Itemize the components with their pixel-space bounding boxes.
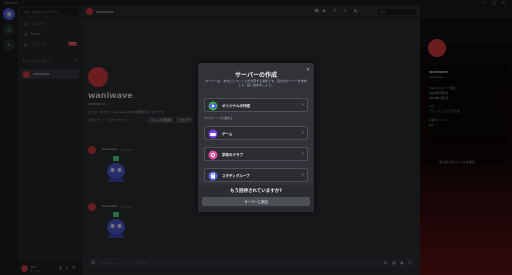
- chevron-right-icon: ›: [302, 151, 304, 157]
- chevron-right-icon: ›: [302, 102, 304, 108]
- option-gaming[interactable]: ゲーム ›: [204, 126, 308, 140]
- template-heading: テンプレートから始める: [204, 117, 233, 120]
- option-label: 学校のクラブ: [222, 152, 243, 157]
- already-invited-text: もう招待されていますか?: [230, 189, 282, 194]
- join-server-button[interactable]: サーバーに参加: [202, 197, 310, 206]
- modal-footer: もう招待されていますか? サーバーに参加: [198, 185, 314, 212]
- create-own-icon: [208, 101, 218, 111]
- option-study-group[interactable]: スタディグループ ›: [204, 168, 308, 182]
- chevron-right-icon: ›: [302, 172, 304, 178]
- option-label: ゲーム: [222, 131, 233, 136]
- chevron-right-icon: ›: [302, 130, 304, 136]
- option-label: オリジナルの作成: [222, 103, 250, 108]
- option-create-own[interactable]: オリジナルの作成 ›: [204, 98, 308, 112]
- school-club-icon: [208, 150, 218, 160]
- option-school-club[interactable]: 学校のクラブ ›: [204, 147, 308, 161]
- option-label: スタディグループ: [222, 173, 250, 178]
- gaming-icon: [208, 129, 218, 139]
- study-group-icon: [208, 171, 218, 181]
- modal-subtitle: サーバーは、あなたとフレンドが交流する場所です。自分のサーバーを作成して、話し始…: [205, 79, 307, 87]
- modal-title: サーバーの作成: [235, 72, 277, 79]
- create-server-modal: ✕ サーバーの作成 サーバーは、あなたとフレンドが交流する場所です。自分のサーバ…: [198, 63, 314, 212]
